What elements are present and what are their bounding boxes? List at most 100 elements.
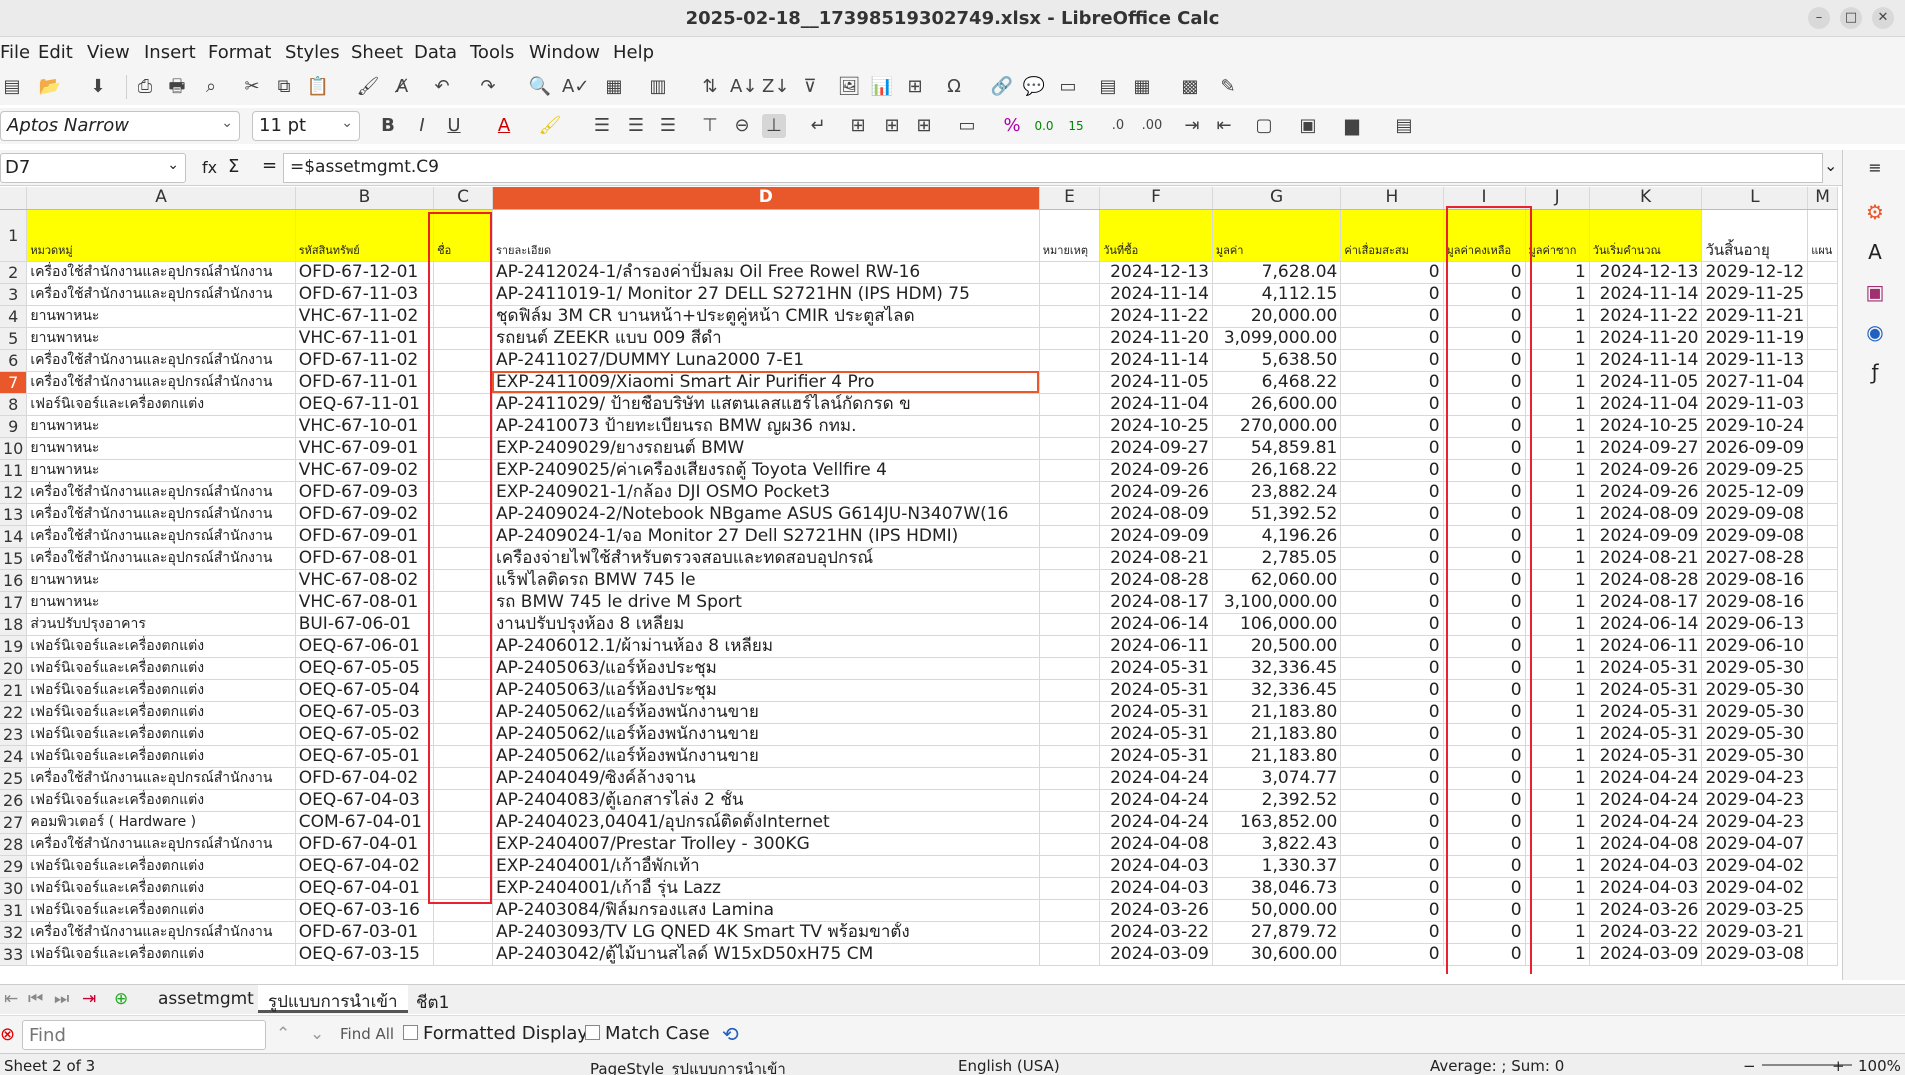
cell-purchase-date[interactable]: 2024-11-22 <box>1099 305 1213 328</box>
cell-value[interactable]: 270,000.00 <box>1212 415 1342 438</box>
cell-detail[interactable]: AP-2404083/ตู้เอกสารไล่ง 2 ชั้น <box>492 789 1040 812</box>
cell-end-date[interactable]: 2027-11-04 <box>1701 371 1809 394</box>
cell-end-date[interactable]: 2029-11-21 <box>1701 305 1809 328</box>
cell-plan[interactable] <box>1807 547 1838 570</box>
cell-end-date[interactable]: 2029-08-16 <box>1701 569 1809 592</box>
cell-detail[interactable]: ชุดฟิล์ม 3M CR บานหน้า+ประตูคู่หน้า CMIR… <box>492 305 1040 328</box>
cell-name[interactable] <box>433 503 493 526</box>
cell-plan[interactable] <box>1807 657 1838 680</box>
currency-format-icon[interactable]: ▭ <box>955 114 979 138</box>
cell-salvage-value[interactable]: 1 <box>1525 437 1590 460</box>
cell-remaining-value[interactable]: 0 <box>1443 503 1526 526</box>
cell-value[interactable]: 23,882.24 <box>1212 481 1342 504</box>
cell-detail[interactable]: งานปรับปรุงห้อง 8 เหลี่ยม <box>492 613 1040 636</box>
cell-value[interactable]: 163,852.00 <box>1212 811 1342 834</box>
cell-start-date[interactable]: 2024-12-13 <box>1589 261 1703 284</box>
cell-purchase-date[interactable]: 2024-11-14 <box>1099 283 1213 306</box>
cell-purchase-date[interactable]: 2024-06-14 <box>1099 613 1213 636</box>
cell-asset-code[interactable]: OEQ-67-05-01 <box>295 745 435 768</box>
last-sheet-icon[interactable]: ⇥ <box>82 989 96 1009</box>
cell-accum-depreciation[interactable]: 0 <box>1340 283 1444 306</box>
zoom-in-icon[interactable]: + <box>1832 1057 1845 1075</box>
cell-name[interactable] <box>433 305 493 328</box>
cell-purchase-date[interactable]: 2024-08-17 <box>1099 591 1213 614</box>
cell-salvage-value[interactable]: 1 <box>1525 613 1590 636</box>
cell-end-date[interactable]: 2029-04-02 <box>1701 855 1809 878</box>
print-icon[interactable]: 🖶 <box>165 75 189 99</box>
cell-end-date[interactable]: 2029-09-25 <box>1701 459 1809 482</box>
select-all-corner[interactable] <box>0 187 28 210</box>
cell-end-date[interactable]: 2029-05-30 <box>1701 679 1809 702</box>
cell-remark[interactable] <box>1039 657 1101 680</box>
cell-plan[interactable] <box>1807 327 1838 350</box>
cell-start-date[interactable]: 2024-04-24 <box>1589 811 1703 834</box>
cell-name[interactable] <box>433 657 493 680</box>
cell-remaining-value[interactable]: 0 <box>1443 591 1526 614</box>
cell-salvage-value[interactable]: 1 <box>1525 525 1590 548</box>
cell-salvage-value[interactable]: 1 <box>1525 789 1590 812</box>
cell-detail[interactable]: EXP-2409025/ค่าเครื่องเสียงรถตู้ Toyota … <box>492 459 1040 482</box>
clear-format-icon[interactable]: A̸ <box>390 75 414 99</box>
cell-accum-depreciation[interactable]: 0 <box>1340 943 1444 966</box>
cell-asset-code[interactable]: VHC-67-08-01 <box>295 591 435 614</box>
cell-end-date[interactable]: 2029-11-03 <box>1701 393 1809 416</box>
cell-detail[interactable]: AP-2405062/แอร์ห้องพนักงานขาย <box>492 701 1040 724</box>
cell-remaining-value[interactable]: 0 <box>1443 459 1526 482</box>
cell-category[interactable]: ยานพาหนะ <box>26 305 296 328</box>
cell-detail[interactable]: AP-2410073 ป้ายทะเบียนรถ BMW ญผ36 กทม. <box>492 415 1040 438</box>
cell-accum-depreciation[interactable]: 0 <box>1340 371 1444 394</box>
wrap-text-icon[interactable]: ↵ <box>806 114 830 138</box>
cell-end-date[interactable]: 2029-03-25 <box>1701 899 1809 922</box>
cell-asset-code[interactable]: OEQ-67-04-01 <box>295 877 435 900</box>
sort-ascending-icon[interactable]: A↓ <box>730 75 757 99</box>
cell-remark[interactable] <box>1039 921 1101 944</box>
cell-end-date[interactable]: 2029-04-23 <box>1701 811 1809 834</box>
export-pdf-icon[interactable]: ⎙ <box>133 75 157 99</box>
cell-value[interactable]: 3,099,000.00 <box>1212 327 1342 350</box>
cell-purchase-date[interactable]: 2024-08-21 <box>1099 547 1213 570</box>
borders-icon[interactable]: ▢ <box>1252 114 1276 138</box>
row-number[interactable]: 16 <box>0 569 28 592</box>
menu-sheet[interactable]: Sheet <box>351 42 403 63</box>
tab-import-format[interactable]: รูปแบบการนำเข้า <box>258 985 408 1013</box>
column-header-g[interactable]: G <box>1212 187 1342 210</box>
font-name-box[interactable]: Aptos Narrow ⌄ <box>0 111 240 141</box>
cell-detail[interactable]: แร็ฟไลติดรถ BMW 745 le <box>492 569 1040 592</box>
cell-detail[interactable]: AP-2409024-1/จอ Monitor 27 Dell S2721HN … <box>492 525 1040 548</box>
properties-icon[interactable]: ⚙ <box>1861 198 1889 226</box>
menu-help[interactable]: Help <box>613 42 654 63</box>
cell-salvage-value[interactable]: 1 <box>1525 811 1590 834</box>
cell-category[interactable]: เครื่องใช้สำนักงานและอุปกรณ์สำนักงาน <box>26 833 296 856</box>
cell-salvage-value[interactable]: 1 <box>1525 833 1590 856</box>
header-cell-purchase-date[interactable]: วันที่ซื้อ <box>1099 209 1213 262</box>
cell-purchase-date[interactable]: 2024-04-24 <box>1099 767 1213 790</box>
cell-start-date[interactable]: 2024-08-28 <box>1589 569 1703 592</box>
cell-detail[interactable]: EXP-2404007/Prestar Trolley - 300KG <box>492 833 1040 856</box>
border-style-icon[interactable]: ▣ <box>1296 114 1320 138</box>
column-header-k[interactable]: K <box>1589 187 1703 210</box>
cell-value[interactable]: 30,600.00 <box>1212 943 1342 966</box>
cell-purchase-date[interactable]: 2024-05-31 <box>1099 679 1213 702</box>
language-status[interactable]: English (USA) <box>958 1057 1060 1075</box>
cell-value[interactable]: 54,859.81 <box>1212 437 1342 460</box>
row-number[interactable]: 18 <box>0 613 28 636</box>
cell-purchase-date[interactable]: 2024-11-20 <box>1099 327 1213 350</box>
cell-end-date[interactable]: 2029-05-30 <box>1701 723 1809 746</box>
cell-name[interactable] <box>433 525 493 548</box>
cell-name[interactable] <box>433 943 493 966</box>
find-input[interactable] <box>22 1020 266 1050</box>
cell-plan[interactable] <box>1807 767 1838 790</box>
header-cell-detail[interactable]: รายละเอียด <box>492 209 1040 262</box>
cell-accum-depreciation[interactable]: 0 <box>1340 481 1444 504</box>
cell-asset-code[interactable]: VHC-67-11-02 <box>295 305 435 328</box>
autofilter-icon[interactable]: ⊽ <box>798 75 822 99</box>
cell-remark[interactable] <box>1039 415 1101 438</box>
header-footer-icon[interactable]: ▭ <box>1056 75 1080 99</box>
cell-accum-depreciation[interactable]: 0 <box>1340 657 1444 680</box>
cell-start-date[interactable]: 2024-11-14 <box>1589 349 1703 372</box>
zoom-out-icon[interactable]: − <box>1743 1057 1756 1075</box>
cell-asset-code[interactable]: VHC-67-08-02 <box>295 569 435 592</box>
cell-purchase-date[interactable]: 2024-06-11 <box>1099 635 1213 658</box>
formula-input[interactable]: =$assetmgmt.C9 <box>283 153 1823 183</box>
row-number[interactable]: 17 <box>0 591 28 614</box>
